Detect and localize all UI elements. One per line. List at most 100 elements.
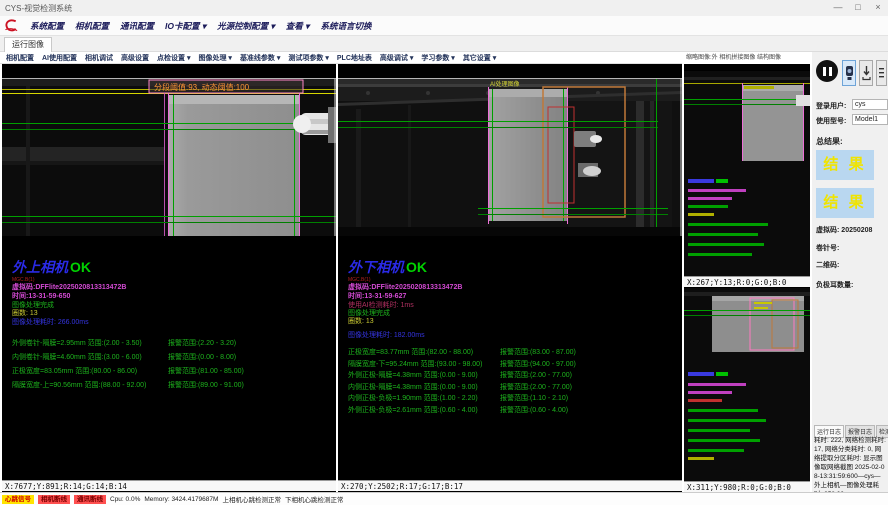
virtual-code-label: 虚拟码: 20250208 [816, 225, 872, 235]
lower-camera-panel: AI处理图像 外下相机OK MGC.B(1) 虚拟码:DFFlite202502… [338, 64, 682, 492]
model-value[interactable]: Model1 [852, 114, 888, 125]
lower-process-elapsed: 图像处理耗时: 182.00ms [348, 332, 425, 340]
menu-item-language-switch[interactable]: 系统语言切换 [320, 20, 371, 32]
lower-virtual-code: 虚拟码:DFFlite2025020813313472B [348, 284, 462, 292]
lower-alarm-2: 报警范围:(2.00 - 77.00) [500, 372, 572, 380]
toolbar-item-spot-check[interactable]: 点检设置 ▾ [157, 53, 190, 63]
menu-item-io-card-config[interactable]: IO卡配置 ▾ [165, 20, 206, 32]
menubar: 系统配置 相机配置 通讯配置 IO卡配置 ▾ 光源控制配置 ▾ 查看 ▾ 系统语… [0, 16, 888, 36]
toolbar-item-test-params[interactable]: 测试项参数 ▾ [288, 53, 328, 63]
toolbar-item-image-processing[interactable]: 图像处理 ▾ [198, 53, 231, 63]
camera-icon [845, 65, 854, 81]
left-alarm-0: 报警范围:(2.20 - 3.20) [168, 340, 236, 348]
login-user-value[interactable]: cys [852, 99, 888, 110]
lower-camera-status: OK [406, 259, 427, 275]
lower-turn-count: 圈数: 13 [348, 318, 374, 326]
lower-camera-title: 外下相机OK [348, 260, 427, 274]
left-measure-3: 隔膜宽度-上=90.56mm 范围:(88.00 - 92.00) [12, 382, 146, 390]
lower-measure-4: 内侧正极-负极=1.90mm 范围:(1.00 - 2.20) [348, 395, 478, 403]
thumbnail-upper-coordinate-readout: X:267;Y:13;R:0;G:0;B:0 [684, 276, 810, 287]
menu-item-system-config[interactable]: 系统配置 [30, 20, 64, 32]
app-logo-icon [4, 18, 19, 33]
maximize-button[interactable]: □ [852, 2, 864, 12]
left-measure-1: 内侧卷针-隔膜=4.60mm 范围:(3.00 - 6.00) [12, 354, 142, 362]
lower-ai-elapsed: 使用AI检测耗时: 1ms [348, 302, 414, 310]
lower-alarm-5: 报警范围:(0.60 - 4.00) [500, 407, 568, 415]
menu-item-light-control-config[interactable]: 光源控制配置 ▾ [217, 20, 275, 32]
left-turn-count: 圈数: 13 [12, 310, 38, 318]
import-icon [862, 65, 871, 81]
toolbar-item-plc-address-table[interactable]: PLC地址表 [337, 53, 372, 63]
lower-measure-5: 外侧正极-负极=2.61mm 范围:(0.60 - 4.00) [348, 407, 478, 415]
toolbar-item-learning-params[interactable]: 学习参数 ▾ [421, 53, 454, 63]
thumbnail-lower-coordinate-readout: X:311;Y:980;R:0;G:0;B:0 [684, 481, 810, 492]
main-area: 分段阈值:93, 动态阈值:100 外上相机 OK MGC.B(1) 虚拟码:DF… [0, 64, 810, 492]
lower-time: 时间:13-31-59-627 [348, 293, 406, 301]
toolbar: 相机配置 AI使用配置 相机调试 高级设置 点检设置 ▾ 图像处理 ▾ 基准线参… [0, 52, 682, 64]
lower-measure-2: 外侧正极-隔膜=4.38mm 范围:(0.00 - 9.00) [348, 372, 478, 380]
pause-button[interactable] [816, 60, 838, 82]
lower-camera-sub-label: MGC.B(1) [348, 276, 371, 284]
lower-coordinate-readout: X:270;Y:2502;R:17;G:17;B:17 [338, 480, 682, 491]
left-camera-image[interactable]: 分段阈值:93, 动态阈值:100 [2, 78, 336, 236]
sidebar-tool-button-3[interactable] [876, 60, 887, 86]
close-button[interactable]: × [872, 2, 884, 12]
thumbnail-header: 缩略图像:外 相机拼接图像 结构图像 [684, 52, 810, 64]
tab-run-image[interactable]: 运行图像 [4, 37, 52, 52]
lower-measure-3: 内侧正极-隔膜=4.38mm 范围:(0.00 - 9.00) [348, 384, 478, 392]
left-alarm-2: 报警范围:(81.00 - 85.00) [168, 368, 244, 376]
heartbeat-badge: 心跳信号 [2, 495, 34, 504]
lower-camera-name: 外下相机 [348, 259, 404, 275]
ai-image-label: AI处理图像 [490, 80, 520, 88]
left-alarm-3: 报警范围:(89.00 - 91.00) [168, 382, 244, 390]
sidebar-tool-button-1[interactable] [842, 60, 856, 86]
result-box-lower: 结 果 [816, 188, 874, 218]
left-measure-2: 正极宽度=83.05mm 范围:(80.00 - 86.00) [12, 368, 137, 376]
lower-camera-heartbeat-status: 下相机心跳检测正常 [285, 494, 344, 504]
total-result-label: 总结果: [816, 136, 843, 147]
left-camera-panel: 分段阈值:93, 动态阈值:100 外上相机OK MGC.B(1) 虚拟码:DF… [2, 64, 336, 492]
window-title: CYS-视觉检测系统 [5, 3, 72, 14]
menu-lines-icon [878, 65, 885, 81]
thumbnail-upper[interactable] [684, 71, 810, 276]
toolbar-item-camera-config[interactable]: 相机配置 [6, 53, 34, 63]
qr-code-label: 二维码: [816, 260, 839, 270]
lower-process-done: 图像处理完成 [348, 310, 390, 318]
cpu-usage: Cpu: 0.0% [110, 496, 140, 503]
log-text: 耗时: 222, 网络检测耗时: 17, 网络分类耗时: 0, 网络提取分区耗时… [814, 436, 886, 499]
model-label: 使用型号: [816, 116, 846, 126]
left-coordinate-readout: X:7677;Y:891;R:14;G:14;B:14 [2, 480, 336, 491]
lower-alarm-1: 报警范围:(94.00 - 97.00) [500, 361, 576, 369]
menu-item-camera-config[interactable]: 相机配置 [75, 20, 109, 32]
left-measure-0: 外侧卷针-隔膜=2.95mm 范围:(2.00 - 3.50) [12, 340, 142, 348]
left-time: 时间:13-31-59-650 [12, 293, 70, 301]
sidebar-tool-button-2[interactable] [859, 60, 873, 86]
pause-icon [823, 67, 826, 76]
menu-item-comm-config[interactable]: 通讯配置 [120, 20, 154, 32]
minimize-button[interactable]: — [832, 2, 844, 12]
toolbar-item-ai-use-config[interactable]: AI使用配置 [42, 53, 77, 63]
left-threshold-label: 分段阈值:93, 动态阈值:100 [154, 82, 250, 92]
left-camera-name: 外上相机 [12, 259, 68, 275]
app-window: CYS-视觉检测系统 — □ × 系统配置 相机配置 通讯配置 IO卡配置 ▾ … [0, 0, 888, 522]
camera-offline-badge: 相机断线 [38, 495, 70, 504]
memory-usage: Memory: 3424.4179687M [144, 496, 218, 503]
left-virtual-code: 虚拟码:DFFlite2025020813313472B [12, 284, 126, 292]
lower-camera-image[interactable]: AI处理图像 [338, 78, 682, 236]
status-bar: 心跳信号 相机断线 通讯断线 Cpu: 0.0% Memory: 3424.41… [0, 492, 888, 505]
menu-item-view[interactable]: 查看 ▾ [286, 20, 310, 32]
lower-measure-0: 正极宽度=83.77mm 范围:(82.00 - 88.00) [348, 349, 473, 357]
toolbar-item-baseline-params[interactable]: 基准线参数 ▾ [240, 53, 280, 63]
login-user-label: 登录用户: [816, 101, 846, 111]
lower-alarm-4: 报警范围:(1.10 - 2.10) [500, 395, 568, 403]
toolbar-item-camera-debug[interactable]: 相机调试 [85, 53, 113, 63]
left-alarm-1: 报警范围:(0.00 - 8.00) [168, 354, 236, 362]
left-process-done: 图像处理完成 [12, 302, 54, 310]
toolbar-item-other-settings[interactable]: 其它设置 ▾ [463, 53, 496, 63]
thumbnail-lower[interactable] [684, 288, 810, 481]
lower-measure-1: 隔膜宽度-下=95.24mm 范围:(93.00 - 98.00) [348, 361, 482, 369]
toolbar-item-advanced-debug[interactable]: 高级调试 ▾ [380, 53, 413, 63]
left-process-elapsed: 图像处理耗时: 266.00ms [12, 319, 89, 327]
toolbar-item-advanced-settings[interactable]: 高级设置 [121, 53, 149, 63]
winding-pin-label: 卷针号: [816, 243, 839, 253]
